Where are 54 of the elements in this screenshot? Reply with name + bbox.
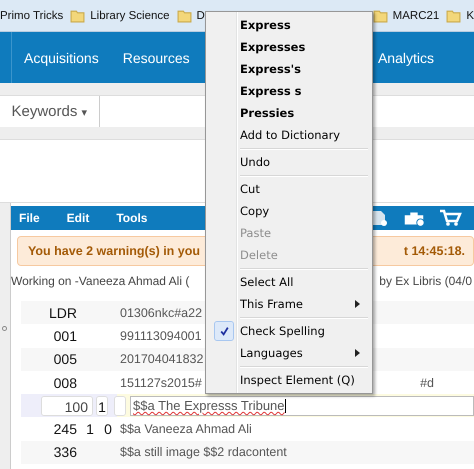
spelling-suggestion[interactable]: Express s [208,80,370,102]
bookmark[interactable]: Library Science [70,8,170,23]
nav-link[interactable]: Analytics [378,50,434,66]
menu-item[interactable]: Check Spelling [208,320,370,342]
field-tag: 245 [21,421,81,438]
spelling-suggestion[interactable]: Pressies [208,102,370,124]
menu-item[interactable]: Languages [208,342,370,364]
field-tag: 001 [21,328,81,344]
indicator: 1 [85,421,95,438]
warning-time: t 14:45:18. [404,244,465,258]
indicator-field[interactable] [114,396,126,416]
field-value: $$a still image $$2 rdacontent [120,445,287,460]
menu-item[interactable]: Inspect Element (Q) [208,369,370,391]
tag-field[interactable]: 100 [41,396,93,416]
field-tag: 336 [21,444,81,460]
indicator-field[interactable]: 1 [96,396,108,416]
folder-icon [372,8,388,23]
record-source: by Ex Libris (04/0 [379,274,472,288]
menu-item[interactable]: Cut [208,178,370,200]
subfield-input[interactable]: $$a The Expresss Tribune [130,396,474,416]
field-value: 991113094001 [120,328,202,343]
spelling-suggestion[interactable]: Express [208,14,370,36]
spelling-suggestion[interactable]: Expresses [208,36,370,58]
menu-item[interactable]: Tools [116,211,148,225]
bookmark[interactable]: Primo Tricks [0,10,64,22]
folder-icon [70,8,86,23]
field-tag: 008 [21,374,81,391]
resize-handle[interactable] [2,326,7,331]
menu-item[interactable]: Undo [208,151,370,173]
field-value: 01306nkc#a22 [120,306,202,320]
field-value: 201704041832 [120,352,204,366]
spelling-suggestion[interactable]: Express's [208,58,370,80]
cart-icon[interactable] [438,209,462,227]
field-value: 151127s2015# [120,376,202,390]
field-tag: LDR [21,304,81,321]
nav-link[interactable]: Acquisitions [24,50,99,66]
field-value: #d [420,376,434,390]
menu-item[interactable]: Edit [66,211,90,225]
bookmark[interactable]: MARC21 [372,8,440,23]
warning-text: You have 2 warning(s) in you [28,244,200,258]
menu-item[interactable]: Copy [208,200,370,222]
bookmark[interactable]: K [446,8,474,23]
folder-icon [446,8,462,23]
indicator: 0 [103,421,113,438]
nav-link[interactable]: Resources [122,50,190,66]
menu-item[interactable]: File [19,211,40,225]
menu-item[interactable]: Add to Dictionary [208,124,370,146]
field-value: $$a Vaneeza Ahmad Ali [120,422,252,436]
record-info: Working on -Vaneeza Ahmad Ali ( [11,274,190,288]
menu-item[interactable]: This Frame [208,293,370,315]
folder-icon [176,8,192,23]
menu-item[interactable]: Select All [208,271,370,293]
bookmark[interactable]: D [176,8,205,23]
field-tag: 005 [21,351,81,368]
